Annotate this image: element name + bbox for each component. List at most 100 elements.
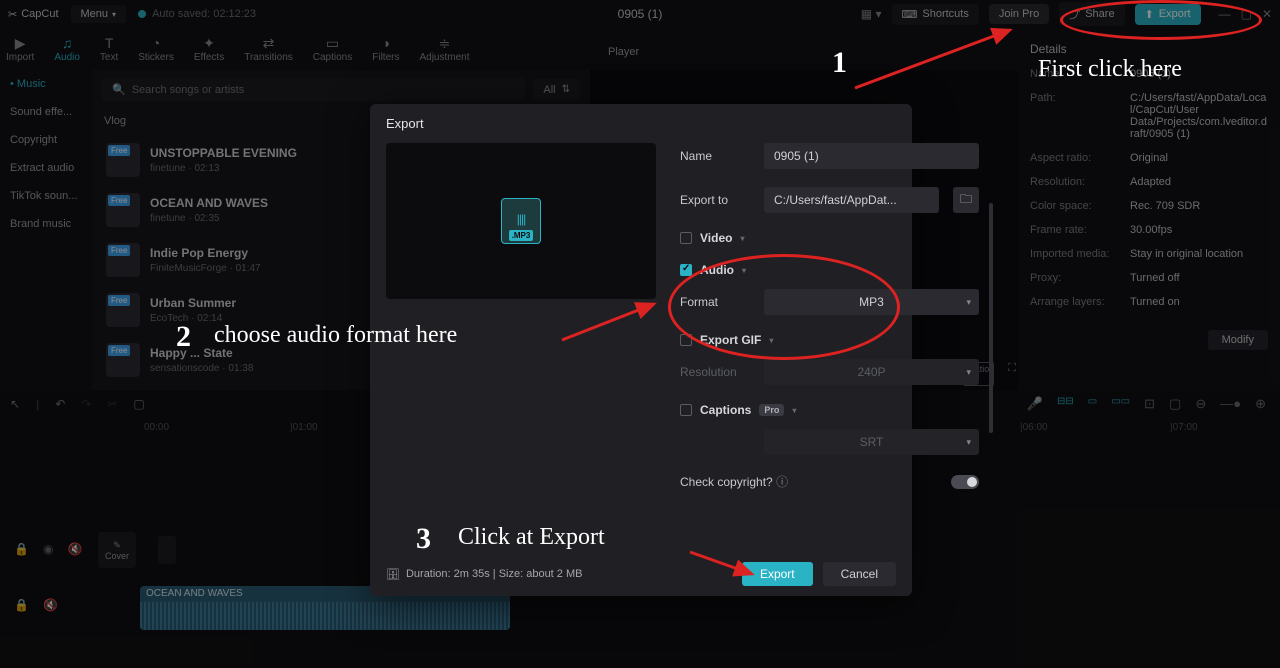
tooltab-captions[interactable]: ▭Captions (313, 36, 352, 63)
resolution-select[interactable]: 240P▾ (764, 359, 979, 385)
details-row: Aspect ratio:Original (1030, 152, 1268, 164)
sidebar-item[interactable]: • Music (0, 70, 92, 98)
scrollbar[interactable] (989, 203, 993, 433)
sidebar-item[interactable]: Extract audio (0, 154, 92, 182)
tooltab-text[interactable]: TText (100, 36, 118, 63)
browse-folder-button[interactable]: 🗀 (953, 187, 979, 213)
track-thumb: Free (106, 243, 140, 277)
export-preview-box: |||| .MP3 (386, 143, 656, 299)
tooltab-effects[interactable]: ✦Effects (194, 36, 224, 63)
captions-value: SRT (860, 435, 884, 449)
mute-icon[interactable]: 🔇 (67, 542, 82, 556)
tl-icon-4[interactable]: ⊡ (1144, 396, 1155, 412)
copyright-toggle[interactable] (951, 475, 979, 489)
tl-icon-1[interactable]: ⊟⊟ (1057, 396, 1074, 412)
search-input[interactable]: 🔍 Search songs or artists (102, 78, 525, 101)
mic-icon[interactable]: 🎤 (1027, 396, 1043, 412)
redo-icon[interactable]: ↷ (81, 397, 91, 411)
export-confirm-button[interactable]: Export (742, 562, 813, 586)
shortcuts-button[interactable]: ⌨ Shortcuts (892, 4, 979, 25)
tooltab-label: Text (100, 52, 118, 63)
details-value: 30.00fps (1130, 224, 1268, 236)
undo-icon[interactable]: ↶ (55, 397, 65, 411)
details-row: Proxy:Turned off (1030, 272, 1268, 284)
layout-icon[interactable]: ▦ ▾ (861, 7, 882, 21)
annotation-ellipse-2 (668, 254, 900, 360)
tooltab-adjustment[interactable]: ≑Adjustment (419, 36, 469, 63)
logo-text: CapCut (21, 8, 58, 20)
join-pro-button[interactable]: Join Pro (989, 4, 1049, 24)
track-row-controls: 🔒 🔇 (14, 598, 58, 612)
chevron-down-icon: ▾ (966, 437, 971, 448)
track-meta: finetune · 02:13 (150, 163, 297, 174)
tooltab-label: Import (6, 52, 34, 63)
eye-icon[interactable]: ◉ (43, 542, 53, 556)
sidebar-item[interactable]: Copyright (0, 126, 92, 154)
lock-icon[interactable]: 🔒 (14, 542, 29, 556)
fullscreen-icon[interactable]: ⛶ (1008, 362, 1016, 386)
chevron-down-icon: ▾ (966, 297, 971, 308)
help-icon[interactable]: ⓘ (776, 475, 788, 489)
tooltab-import[interactable]: ▶ Import (6, 36, 34, 63)
export-dialog-title: Export (370, 104, 912, 143)
filters-icon: ◑ (382, 36, 390, 50)
free-badge: Free (108, 245, 130, 256)
cover-chip[interactable]: ✎Cover (98, 532, 136, 568)
sidebar-item[interactable]: Brand music (0, 210, 92, 238)
import-icon: ▶ (15, 36, 26, 50)
name-input[interactable] (764, 143, 979, 169)
tl-icon-3[interactable]: ▭▭ (1111, 396, 1130, 412)
pro-badge: Pro (759, 404, 784, 416)
details-row: Color space:Rec. 709 SDR (1030, 200, 1268, 212)
tooltab-filters[interactable]: ◑Filters (372, 36, 399, 63)
free-badge: Free (108, 195, 130, 206)
tooltab-label: Stickers (138, 52, 174, 63)
tl-slider-icon[interactable]: —● (1220, 396, 1241, 412)
tl-icon-5[interactable]: ▢ (1169, 396, 1181, 412)
track-thumb: Free (106, 143, 140, 177)
pointer-tool-icon[interactable]: ↖ (10, 397, 20, 411)
annotation-2-text: choose audio format here (214, 322, 457, 349)
project-name: 0905 (1) (618, 7, 663, 21)
captions-section-label: Captions (700, 403, 751, 417)
mute-icon[interactable]: 🔇 (43, 598, 58, 612)
tooltab-stickers[interactable]: ◔Stickers (138, 36, 174, 63)
annotation-1-number: 1 (832, 46, 847, 80)
video-section-toggle[interactable]: Video ▾ (680, 231, 979, 245)
ruler-mark: 00:00 (144, 422, 169, 433)
video-checkbox[interactable] (680, 232, 692, 244)
adjustment-icon: ≑ (439, 36, 451, 50)
split-icon[interactable]: ✂ (107, 397, 117, 411)
filter-all-button[interactable]: All ⇅ (533, 79, 580, 101)
audio-checkbox[interactable] (680, 264, 692, 276)
sidebar-item[interactable]: Sound effe... (0, 98, 92, 126)
transitions-icon: ⇄ (263, 36, 275, 50)
tooltab-audio[interactable]: ♫Audio (54, 36, 80, 63)
lock-icon[interactable]: 🔒 (14, 598, 29, 612)
tl-icon-2[interactable]: ▭ (1088, 396, 1097, 412)
captions-checkbox[interactable] (680, 404, 692, 416)
details-row: Frame rate:30.00fps (1030, 224, 1268, 236)
details-value: C:/Users/fast/AppData/Local/CapCut/User … (1130, 92, 1268, 140)
details-row: Imported media:Stay in original location (1030, 248, 1268, 260)
track-title: OCEAN AND WAVES (150, 196, 268, 210)
autosave-text: Auto saved: 02:12:23 (152, 8, 256, 20)
export-cancel-button[interactable]: Cancel (823, 562, 896, 586)
tl-zoom-out-icon[interactable]: ⊖ (1195, 396, 1206, 412)
tooltab-label: Effects (194, 52, 224, 63)
captions-section-toggle[interactable]: Captions Pro ▾ (680, 403, 979, 417)
name-label: Name (680, 149, 750, 163)
exportto-input[interactable] (764, 187, 939, 213)
tl-zoom-in-icon[interactable]: ⊕ (1255, 396, 1266, 412)
annotation-3-text: Click at Export (458, 524, 605, 551)
menu-button[interactable]: Menu ▾ (71, 5, 127, 23)
blank-clip[interactable] (158, 536, 176, 564)
captions-format-select[interactable]: SRT ▾ (764, 429, 979, 455)
tooltab-transitions[interactable]: ⇄Transitions (244, 36, 293, 63)
modify-button[interactable]: Modify (1208, 330, 1268, 350)
shield-icon[interactable]: ▢ (133, 397, 144, 411)
captions-icon: ▭ (326, 36, 339, 50)
sidebar-item[interactable]: TikTok soun... (0, 182, 92, 210)
menu-label: Menu (81, 8, 109, 20)
close-icon[interactable]: ✕ (1262, 7, 1272, 21)
